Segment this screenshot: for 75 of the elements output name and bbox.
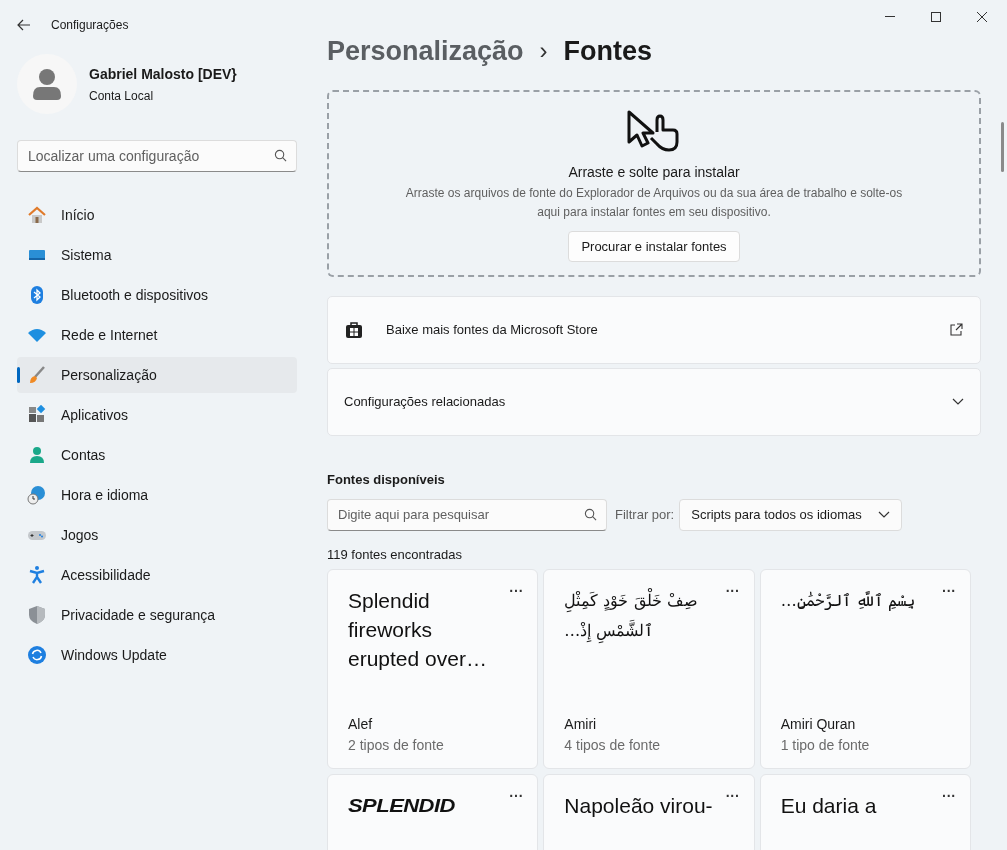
font-count: 119 fontes encontradas bbox=[327, 545, 463, 564]
chevron-down-icon bbox=[877, 510, 890, 519]
search-field[interactable]: Localizar uma configuração bbox=[17, 140, 297, 172]
cursor-hand-icon bbox=[627, 110, 681, 154]
font-preview: بِسْمِ ٱللَّهِ ٱلرَّحْمَٰنِ… bbox=[780, 590, 916, 613]
more-options-button[interactable]: ··· bbox=[505, 584, 528, 598]
font-card[interactable]: SPLENDID ··· bbox=[327, 774, 539, 850]
breadcrumb-parent[interactable]: Personalização bbox=[327, 30, 524, 72]
breadcrumb-separator: › bbox=[539, 36, 548, 66]
scrollbar-thumb[interactable] bbox=[1001, 122, 1004, 172]
store-link-label: Baixe mais fontes da Microsoft Store bbox=[386, 321, 599, 340]
font-preview: صِفْ خَلْقَ خَوْدٍ كَمِثْلِ ٱلشَّمْسِ إِذْ… bbox=[564, 586, 713, 646]
font-preview: Eu daria a bbox=[780, 793, 878, 819]
font-preview: Napoleão virou- bbox=[564, 793, 714, 819]
related-settings-card[interactable]: Configurações relacionadas bbox=[327, 368, 981, 436]
more-options-button[interactable]: ··· bbox=[721, 584, 744, 598]
filter-label: Filtrar por: bbox=[615, 505, 675, 524]
selection-indicator bbox=[17, 367, 20, 383]
sidebar-item[interactable]: Hora e idioma bbox=[17, 477, 297, 513]
font-card[interactable]: Eu daria a ··· bbox=[759, 774, 971, 850]
drop-zone-description: Arraste os arquivos de fonte do Explorador de Arquivos ou da sua área de trabalho e solte-os aqui para instalar fontes em seu dispositivo. bbox=[404, 185, 904, 221]
globe-clock-icon bbox=[27, 485, 47, 505]
sidebar-item[interactable]: Windows Update bbox=[17, 637, 297, 673]
sidebar-item[interactable]: Início bbox=[17, 197, 297, 233]
house-icon bbox=[27, 205, 47, 225]
browse-fonts-button[interactable]: Procurar e instalar fontes bbox=[568, 231, 740, 262]
sync-icon bbox=[27, 645, 47, 665]
font-preview: Splendid fireworks erupted over… bbox=[348, 588, 488, 672]
drop-zone-title: Arraste e solte para instalar bbox=[568, 163, 740, 182]
store-link-card[interactable]: Baixe mais fontes da Microsoft Store bbox=[327, 296, 981, 364]
sidebar-item[interactable]: Acessibilidade bbox=[17, 557, 297, 593]
font-card[interactable]: Napoleão virou- ··· bbox=[543, 774, 755, 850]
person-icon bbox=[27, 445, 47, 465]
sidebar-item[interactable]: Bluetooth e dispositivos bbox=[17, 277, 297, 313]
back-arrow-icon bbox=[17, 19, 31, 31]
user-name: Gabriel Malosto [DEV} bbox=[89, 64, 237, 84]
font-card[interactable]: Splendid fireworks erupted over… ··· Alef 2 tipos de fonte bbox=[327, 569, 539, 769]
search-icon bbox=[274, 149, 287, 162]
maximize-icon bbox=[931, 12, 941, 22]
font-styles-count: 4 tipos de fonte bbox=[564, 736, 662, 755]
page-title: Fontes bbox=[563, 34, 653, 68]
font-styles-count: 2 tipos de fonte bbox=[348, 736, 445, 755]
store-bag-icon bbox=[345, 321, 363, 339]
font-preview: SPLENDID bbox=[348, 793, 455, 818]
more-options-button[interactable]: ··· bbox=[721, 789, 744, 803]
minimize-icon bbox=[885, 16, 895, 18]
search-icon bbox=[584, 507, 597, 521]
font-name: Amiri bbox=[564, 715, 598, 734]
more-options-button[interactable]: ··· bbox=[938, 584, 960, 598]
chevron-down-icon bbox=[952, 398, 964, 406]
sidebar-item[interactable]: Personalização bbox=[17, 357, 297, 393]
sidebar-item[interactable]: Jogos bbox=[17, 517, 297, 553]
account-type: Conta Local bbox=[89, 87, 155, 105]
close-icon bbox=[977, 12, 987, 22]
font-name: Amiri Quran bbox=[780, 715, 857, 734]
shield-icon bbox=[27, 605, 47, 625]
sidebar-item[interactable]: Contas bbox=[17, 437, 297, 473]
external-link-icon bbox=[949, 323, 963, 337]
sidebar-item[interactable]: Aplicativos bbox=[17, 397, 297, 433]
sidebar-item[interactable]: Privacidade e segurança bbox=[17, 597, 297, 633]
more-options-button[interactable]: ··· bbox=[505, 789, 528, 803]
font-search-field[interactable]: Digite aqui para pesquisar bbox=[327, 498, 607, 531]
font-styles-count: 1 tipo de fonte bbox=[780, 736, 871, 755]
window-title: Configurações bbox=[51, 17, 129, 34]
related-settings-label: Configurações relacionadas bbox=[344, 393, 507, 412]
apps-icon bbox=[27, 405, 47, 425]
more-options-button[interactable]: ··· bbox=[938, 789, 960, 803]
accessibility-icon bbox=[27, 565, 47, 585]
font-name: Alef bbox=[348, 715, 374, 734]
paintbrush-icon bbox=[27, 365, 47, 385]
filter-dropdown[interactable]: Scripts para todos os idiomas bbox=[679, 498, 902, 531]
person-silhouette-icon bbox=[33, 68, 61, 100]
section-heading: Fontes disponíveis bbox=[327, 471, 446, 489]
sidebar-item[interactable]: Rede e Internet bbox=[17, 317, 297, 353]
sidebar-item[interactable]: Sistema bbox=[17, 237, 297, 273]
